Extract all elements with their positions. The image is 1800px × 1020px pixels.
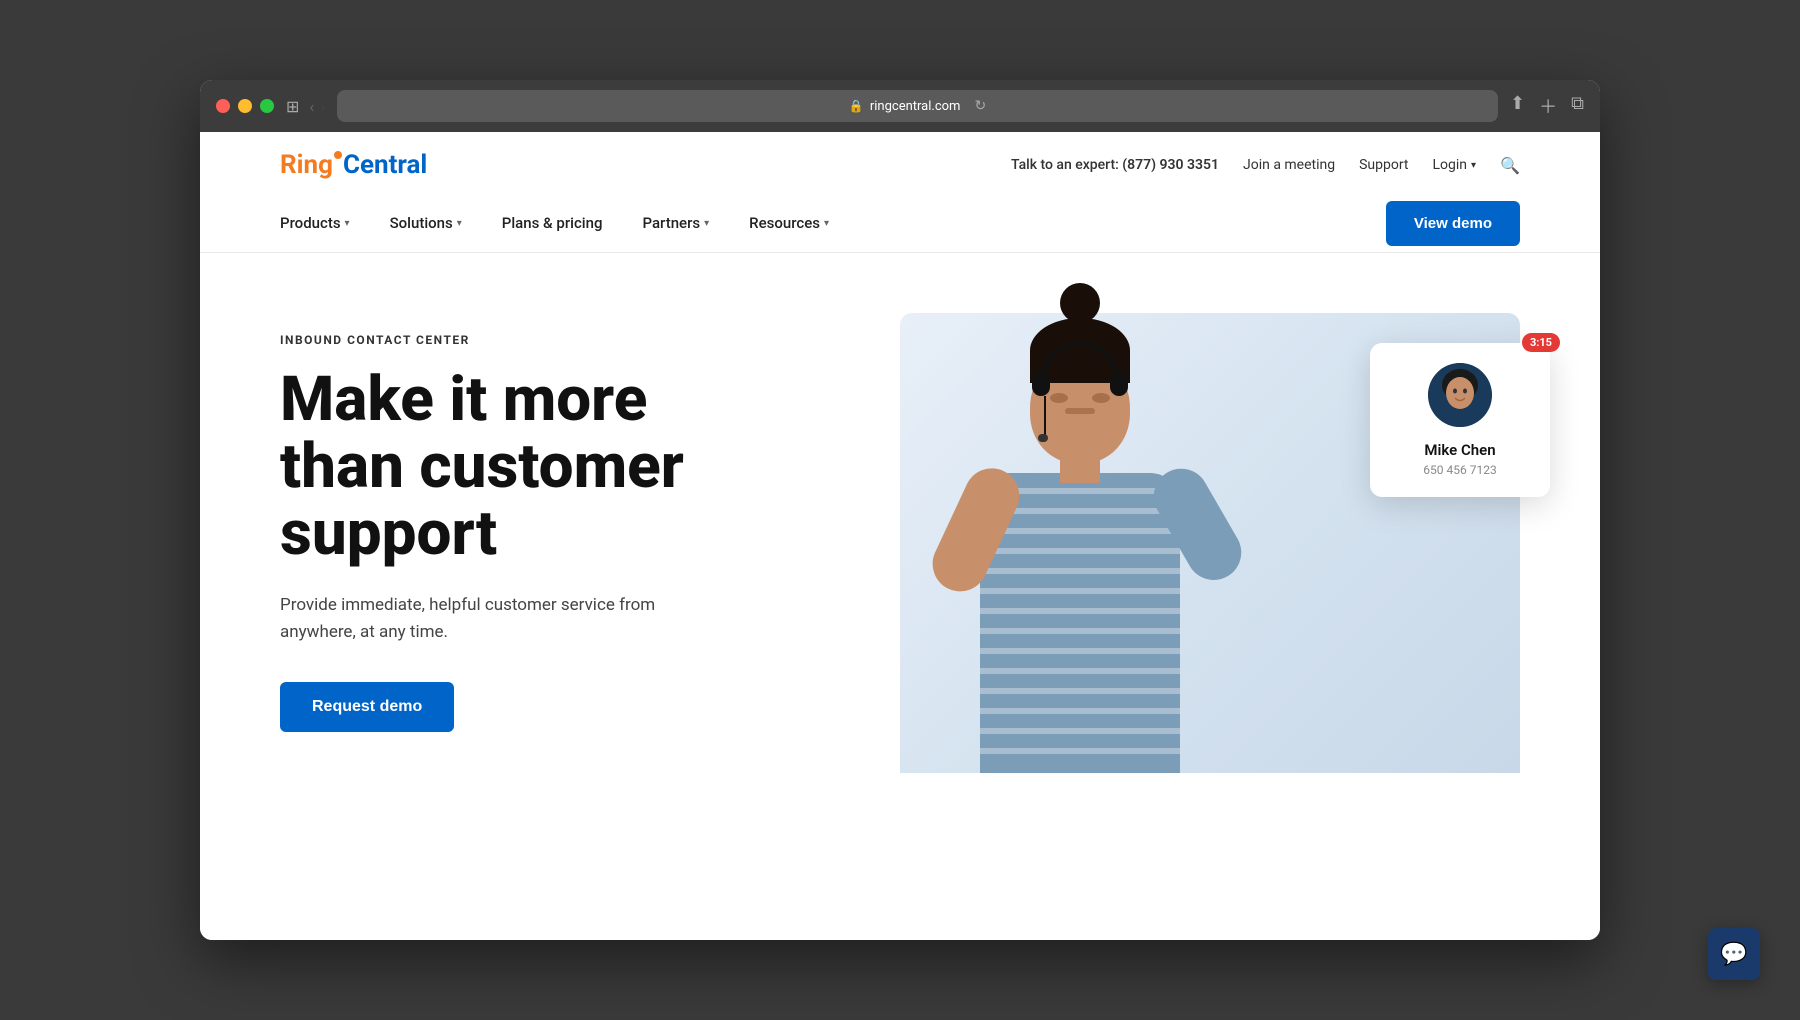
nav-item-plans[interactable]: Plans & pricing — [482, 194, 623, 252]
shirt-stripe — [980, 708, 1180, 714]
shirt-stripe — [980, 608, 1180, 614]
browser-window: ⊞ ‹ › 🔒 ringcentral.com ↻ ⬆ ＋ ⧉ RingCent — [200, 80, 1600, 940]
chevron-down-icon: ▾ — [1471, 160, 1476, 171]
back-button[interactable]: ‹ — [309, 97, 314, 116]
nav-arrows: ‹ › — [309, 97, 325, 116]
fullscreen-button[interactable] — [260, 99, 274, 113]
tabs-icon[interactable]: ⧉ — [1571, 93, 1584, 119]
shirt-stripe — [980, 568, 1180, 574]
call-timer: 3:15 — [1522, 333, 1560, 352]
browser-chrome: ⊞ ‹ › 🔒 ringcentral.com ↻ ⬆ ＋ ⧉ — [200, 80, 1600, 132]
nav-item-resources[interactable]: Resources ▾ — [729, 194, 849, 252]
support-link[interactable]: Support — [1359, 157, 1408, 173]
close-button[interactable] — [216, 99, 230, 113]
hair-bun — [1060, 283, 1100, 323]
minimize-button[interactable] — [238, 99, 252, 113]
chevron-down-icon: ▾ — [457, 218, 462, 229]
caller-phone: 650 456 7123 — [1390, 463, 1530, 477]
chevron-down-icon: ▾ — [345, 218, 350, 229]
call-card: 3:15 — [1370, 343, 1550, 497]
lock-icon: 🔒 — [849, 99, 864, 113]
view-demo-button[interactable]: View demo — [1386, 201, 1520, 246]
hero-title: Make it more than customer support — [280, 367, 900, 568]
browser-controls: ⊞ ‹ › — [286, 97, 325, 116]
request-demo-button[interactable]: Request demo — [280, 682, 454, 732]
search-icon[interactable]: 🔍 — [1500, 156, 1520, 175]
website-content: Ring Central Talk to an expert: (877) 930… — [200, 132, 1600, 940]
avatar-illustration — [1428, 363, 1492, 427]
headset-band — [1040, 341, 1120, 383]
shirt-stripe — [980, 588, 1180, 594]
nav-item-products[interactable]: Products ▾ — [280, 194, 370, 252]
traffic-lights — [216, 99, 274, 113]
forward-button[interactable]: › — [320, 97, 325, 116]
avatar — [1428, 363, 1492, 427]
share-icon[interactable]: ⬆ — [1510, 93, 1525, 119]
shirt-stripe — [980, 688, 1180, 694]
hero-section: INBOUND CONTACT CENTER Make it more than… — [200, 253, 1600, 773]
nav-links: Products ▾ Solutions ▾ Plans & pricing P… — [280, 194, 849, 252]
nav-item-partners[interactable]: Partners ▾ — [622, 194, 729, 252]
join-meeting-link[interactable]: Join a meeting — [1243, 157, 1335, 173]
login-button[interactable]: Login ▾ — [1433, 157, 1477, 173]
headset — [1040, 341, 1120, 383]
reload-button[interactable]: ↻ — [974, 98, 986, 114]
chevron-down-icon: ▾ — [704, 218, 709, 229]
shirt-stripe — [980, 748, 1180, 754]
headset-mic-wire — [1044, 396, 1046, 436]
url-text: ringcentral.com — [870, 99, 961, 114]
headset-ear-left — [1032, 371, 1050, 396]
header-topbar: Talk to an expert: (877) 930 3351 Join a… — [1011, 156, 1520, 175]
chevron-down-icon: ▾ — [824, 218, 829, 229]
site-nav: Products ▾ Solutions ▾ Plans & pricing P… — [280, 194, 1520, 252]
shirt-stripe — [980, 528, 1180, 534]
hero-subtitle: Provide immediate, helpful customer serv… — [280, 592, 700, 646]
site-logo[interactable]: Ring Central — [280, 150, 427, 180]
sidebar-toggle-icon[interactable]: ⊞ — [286, 97, 299, 116]
browser-actions: ⬆ ＋ ⧉ — [1510, 93, 1584, 119]
headset-mic-end — [1038, 434, 1048, 442]
shirt-stripe — [980, 728, 1180, 734]
address-bar[interactable]: 🔒 ringcentral.com ↻ — [337, 90, 1498, 122]
new-tab-icon[interactable]: ＋ — [1539, 93, 1557, 119]
hero-eyebrow: INBOUND CONTACT CENTER — [280, 333, 900, 347]
shirt-stripe — [980, 648, 1180, 654]
phone-number[interactable]: (877) 930 3351 — [1122, 157, 1219, 173]
hero-content: INBOUND CONTACT CENTER Make it more than… — [280, 313, 900, 773]
nav-item-solutions[interactable]: Solutions ▾ — [370, 194, 482, 252]
site-header: Ring Central Talk to an expert: (877) 930… — [200, 132, 1600, 253]
hero-visual: 3:15 — [900, 313, 1520, 773]
logo-central: Central — [343, 150, 427, 180]
shirt-stripe — [980, 548, 1180, 554]
shirt-stripe — [980, 628, 1180, 634]
caller-name: Mike Chen — [1390, 441, 1530, 459]
shirt-stripe — [980, 668, 1180, 674]
agent-illustration — [940, 313, 1220, 773]
logo-ring: Ring — [280, 150, 333, 180]
talk-to-expert: Talk to an expert: (877) 930 3351 — [1011, 157, 1219, 173]
headset-ear-right — [1110, 371, 1128, 396]
chat-button[interactable]: 💬 — [1708, 928, 1760, 980]
chat-icon: 💬 — [1720, 942, 1747, 967]
header-top: Ring Central Talk to an expert: (877) 930… — [280, 132, 1520, 194]
